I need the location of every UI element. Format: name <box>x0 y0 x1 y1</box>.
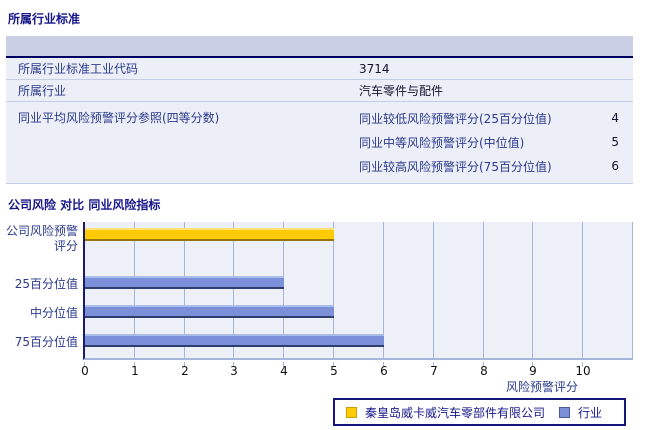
category-label-0: 公司风险预警评分 <box>5 224 78 253</box>
x-tick-label-10: 10 <box>575 364 591 378</box>
gridline-x-7 <box>433 222 434 358</box>
risk-report-page: 所属行业标准 所属行业标准工业代码 3714 所属行业 汽车零件与配件 同业平均… <box>0 0 648 430</box>
risk-bar-chart-plot-area <box>83 222 633 360</box>
x-tick-label-6: 6 <box>380 364 388 378</box>
category-label-3: 75百分位值 <box>14 335 78 349</box>
section-title-risk-comparison: 公司风险 对比 同业风险指标 <box>8 198 161 212</box>
industry-standard-table: 所属行业标准工业代码 3714 所属行业 汽车零件与配件 同业平均风险预警评分参… <box>6 36 633 184</box>
peer-score-median-value: 5 <box>611 135 619 149</box>
x-tick-label-0: 0 <box>81 364 89 378</box>
industry-value: 汽车零件与配件 <box>359 84 444 98</box>
peer-score-25th-label: 同业较低风险预警评分(25百分位值) <box>359 111 552 126</box>
x-tick-label-2: 2 <box>181 364 189 378</box>
peer-score-median-label: 同业中等风险预警评分(中位值) <box>359 135 525 150</box>
x-axis-title: 风险预警评分 <box>505 380 578 394</box>
x-tick-label-7: 7 <box>430 364 438 378</box>
x-tick-label-9: 9 <box>529 364 537 378</box>
gridline-x-10 <box>582 222 583 358</box>
peer-score-row-75th: 同业较高风险预警评分(75百分位值) 6 <box>359 154 633 178</box>
legend-swatch-company <box>346 406 357 418</box>
peer-score-75th-value: 6 <box>611 159 619 173</box>
gridline-x-8 <box>483 222 484 358</box>
bar-industry-25百分位值 <box>85 276 284 289</box>
category-label-1: 25百分位值 <box>14 277 78 291</box>
table-row-sic-code: 所属行业标准工业代码 3714 <box>6 58 633 80</box>
peer-score-row-25th: 同业较低风险预警评分(25百分位值) 4 <box>359 106 633 130</box>
legend-label-company: 秦皇岛威卡威汽车零部件有限公司 <box>365 405 546 420</box>
chart-legend: 秦皇岛威卡威汽车零部件有限公司 行业 <box>333 398 626 426</box>
x-tick-label-4: 4 <box>280 364 288 378</box>
bar-company-公司风险预警评分 <box>85 228 334 241</box>
peer-scores-subrows: 同业较低风险预警评分(25百分位值) 4 同业中等风险预警评分(中位值) 5 同… <box>359 106 633 178</box>
gridline-x-9 <box>532 222 533 358</box>
sic-code-value: 3714 <box>359 61 390 76</box>
peer-score-75th-label: 同业较高风险预警评分(75百分位值) <box>359 159 552 174</box>
peer-score-25th-value: 4 <box>611 111 619 125</box>
bar-industry-中分位值 <box>85 305 334 318</box>
category-label-2: 中分位值 <box>29 306 78 320</box>
table-row-industry: 所属行业 汽车零件与配件 <box>6 80 633 102</box>
x-tick-label-1: 1 <box>131 364 139 378</box>
x-tick-label-3: 3 <box>230 364 238 378</box>
legend-label-industry: 行业 <box>578 405 603 420</box>
table-header-band <box>6 36 633 58</box>
bar-industry-75百分位值 <box>85 334 384 347</box>
industry-label: 所属行业 <box>18 84 67 98</box>
legend-swatch-industry <box>559 406 571 418</box>
sic-code-label: 所属行业标准工业代码 <box>18 62 139 76</box>
x-tick-label-5: 5 <box>330 364 338 378</box>
table-row-peer-scores: 同业平均风险预警评分参照(四等分数) 同业较低风险预警评分(25百分位值) 4 … <box>6 102 633 184</box>
section-title-industry-standard: 所属行业标准 <box>8 12 81 26</box>
x-tick-label-8: 8 <box>480 364 488 378</box>
peer-score-row-median: 同业中等风险预警评分(中位值) 5 <box>359 130 633 154</box>
peer-scores-label: 同业平均风险预警评分参照(四等分数) <box>18 111 220 125</box>
